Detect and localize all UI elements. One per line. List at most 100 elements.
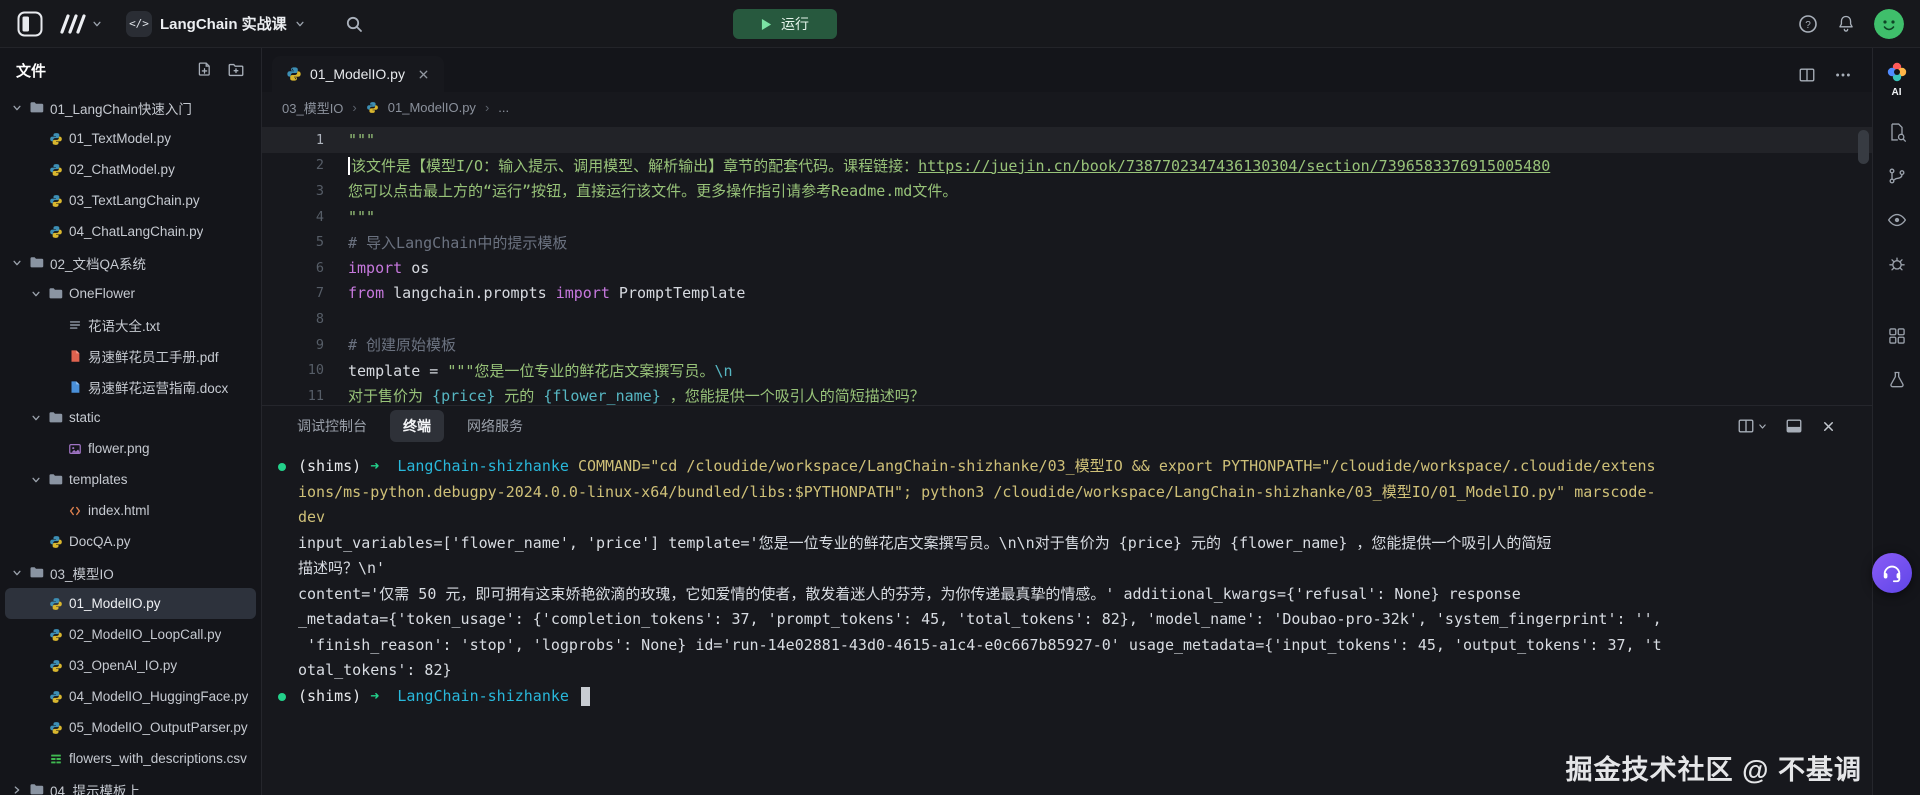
- tree-file[interactable]: flowers_with_descriptions.csv: [5, 743, 256, 774]
- file-name: 02_ChatModel.py: [69, 162, 175, 177]
- code-line[interactable]: 4""": [262, 204, 1872, 230]
- code-line[interactable]: 3您可以点击最上方的“运行”按钮，直接运行该文件。更多操作指引请参考Readme…: [262, 178, 1872, 204]
- code-badge-icon: </>: [126, 11, 152, 37]
- preview-eye-icon[interactable]: [1887, 210, 1907, 230]
- tree-folder[interactable]: static: [5, 402, 256, 433]
- folder-icon: [29, 565, 44, 580]
- main-area: 01_ModelIO.py 03_模型IO ›: [262, 48, 1872, 795]
- tab-network-service[interactable]: 网络服务: [454, 410, 536, 442]
- tree-file[interactable]: 01_TextModel.py: [5, 123, 256, 154]
- code-line[interactable]: 1""": [262, 127, 1872, 153]
- help-icon[interactable]: ?: [1798, 14, 1818, 34]
- code-text: template = """您是一位专业的鲜花店文案撰写员。\n: [324, 360, 733, 381]
- tree-file[interactable]: flower.png: [5, 433, 256, 464]
- new-folder-icon[interactable]: [227, 61, 245, 79]
- code-line[interactable]: 5# 导入LangChain中的提示模板: [262, 229, 1872, 255]
- ai-assistant-button[interactable]: AI: [1885, 60, 1909, 98]
- code-line[interactable]: 9# 创建原始模板: [262, 332, 1872, 358]
- code-line[interactable]: 11对于售价为 {price} 元的 {flower_name} ，您能提供一个…: [262, 383, 1872, 405]
- workspace-switcher[interactable]: </> LangChain 实战课: [126, 11, 305, 37]
- editor-scrollbar[interactable]: [1858, 130, 1869, 164]
- file-explorer-sidebar: 文件 01_LangChain快速入门01_TextModel.py02_Cha…: [0, 48, 262, 795]
- terminal-cursor: [581, 687, 590, 706]
- tree-file[interactable]: 03_TextLangChain.py: [5, 185, 256, 216]
- search-icon[interactable]: [345, 15, 363, 33]
- tree-file[interactable]: 03_OpenAI_IO.py: [5, 650, 256, 681]
- code-line[interactable]: 7from langchain.prompts import PromptTem…: [262, 281, 1872, 307]
- tree-file[interactable]: 02_ChatModel.py: [5, 154, 256, 185]
- tab-label: 01_ModelIO.py: [310, 66, 405, 82]
- code-line[interactable]: 2该文件是【模型I/O：输入提示、调用模型、解析输出】章节的配套代码。课程链接：…: [262, 153, 1872, 179]
- chevron-down-icon[interactable]: [30, 288, 42, 300]
- notifications-bell-icon[interactable]: [1836, 14, 1856, 34]
- chevron-right-icon[interactable]: [11, 784, 23, 795]
- source-control-branch-icon[interactable]: [1887, 166, 1907, 186]
- panel-layout-icon[interactable]: [1785, 417, 1803, 435]
- chevron-down-icon[interactable]: [30, 412, 42, 424]
- tree-file[interactable]: 易速鲜花员工手册.pdf: [5, 340, 256, 371]
- close-panel-icon[interactable]: [1821, 419, 1836, 434]
- file-name: flower.png: [88, 441, 150, 456]
- code-text: import os: [324, 259, 429, 277]
- python-file-icon: [366, 101, 379, 114]
- tree-folder[interactable]: OneFlower: [5, 278, 256, 309]
- tree-file[interactable]: 易速鲜花运营指南.docx: [5, 371, 256, 402]
- code-line[interactable]: 8: [262, 306, 1872, 332]
- terminal-output[interactable]: (shims) ➜ LangChain-shizhanke COMMAND="c…: [262, 446, 1872, 795]
- tree-file[interactable]: index.html: [5, 495, 256, 526]
- breadcrumb: 03_模型IO › 01_ModelIO.py › ...: [262, 92, 1872, 122]
- brand-menu-button[interactable]: [58, 13, 102, 35]
- breadcrumb-symbol[interactable]: ...: [498, 100, 509, 115]
- tree-file[interactable]: 花语大全.txt: [5, 309, 256, 340]
- chevron-down-icon[interactable]: [11, 257, 23, 269]
- breadcrumb-separator: ›: [485, 100, 489, 115]
- extensions-grid-icon[interactable]: [1887, 326, 1907, 346]
- split-terminal-icon[interactable]: [1737, 417, 1767, 435]
- code-line[interactable]: 6import os: [262, 255, 1872, 281]
- indent-spacer: [30, 753, 42, 765]
- file-name: templates: [69, 472, 128, 487]
- tree-folder[interactable]: 04_提示模板上: [5, 774, 256, 795]
- chevron-down-icon[interactable]: [11, 102, 23, 114]
- close-tab-icon[interactable]: [417, 68, 430, 81]
- terminal-line: 描述吗？\n': [262, 556, 1872, 582]
- app-logo-button[interactable]: [16, 10, 44, 38]
- chevron-down-icon[interactable]: [30, 474, 42, 486]
- chevron-down-icon[interactable]: [11, 567, 23, 579]
- split-editor-icon[interactable]: [1798, 66, 1816, 84]
- terminal-line: input_variables=['flower_name', 'price']…: [262, 531, 1872, 557]
- file-name: 04_ModelIO_HuggingFace.py: [69, 689, 248, 704]
- tree-folder[interactable]: 01_LangChain快速入门: [5, 92, 256, 123]
- tree-file[interactable]: DocQA.py: [5, 526, 256, 557]
- code-line[interactable]: 10template = """您是一位专业的鲜花店文案撰写员。\n: [262, 357, 1872, 383]
- tree-file[interactable]: 05_ModelIO_OutputParser.py: [5, 712, 256, 743]
- pdf-file-icon: [67, 348, 82, 363]
- more-actions-icon[interactable]: [1834, 66, 1852, 84]
- panel-tabbar: 调试控制台 终端 网络服务: [262, 406, 1872, 446]
- py-file-icon: [48, 162, 63, 177]
- tab-debug-console[interactable]: 调试控制台: [284, 410, 380, 442]
- file-search-icon[interactable]: [1887, 122, 1907, 142]
- tree-folder[interactable]: 02_文档QA系统: [5, 247, 256, 278]
- editor-tab[interactable]: 01_ModelIO.py: [272, 56, 444, 92]
- line-number: 9: [262, 337, 324, 353]
- code-editor[interactable]: 1"""2该文件是【模型I/O：输入提示、调用模型、解析输出】章节的配套代码。课…: [262, 122, 1872, 405]
- run-button[interactable]: 运行: [733, 9, 837, 39]
- tree-file[interactable]: 04_ModelIO_HuggingFace.py: [5, 681, 256, 712]
- tree-file[interactable]: 01_ModelIO.py: [5, 588, 256, 619]
- test-flask-icon[interactable]: [1887, 370, 1907, 390]
- indent-spacer: [30, 722, 42, 734]
- tree-file[interactable]: 04_ChatLangChain.py: [5, 216, 256, 247]
- debug-bug-icon[interactable]: [1887, 254, 1907, 274]
- tab-terminal[interactable]: 终端: [390, 410, 444, 442]
- breadcrumb-folder[interactable]: 03_模型IO: [282, 98, 343, 117]
- tree-file[interactable]: 02_ModelIO_LoopCall.py: [5, 619, 256, 650]
- tree-folder[interactable]: templates: [5, 464, 256, 495]
- py-file-icon: [48, 720, 63, 735]
- file-tree: 01_LangChain快速入门01_TextModel.py 02_ChatMo…: [0, 92, 261, 795]
- user-avatar[interactable]: [1874, 9, 1904, 39]
- new-file-icon[interactable]: [196, 61, 213, 79]
- support-floating-button[interactable]: [1872, 553, 1912, 593]
- tree-folder[interactable]: 03_模型IO: [5, 557, 256, 588]
- breadcrumb-file[interactable]: 01_ModelIO.py: [388, 100, 476, 115]
